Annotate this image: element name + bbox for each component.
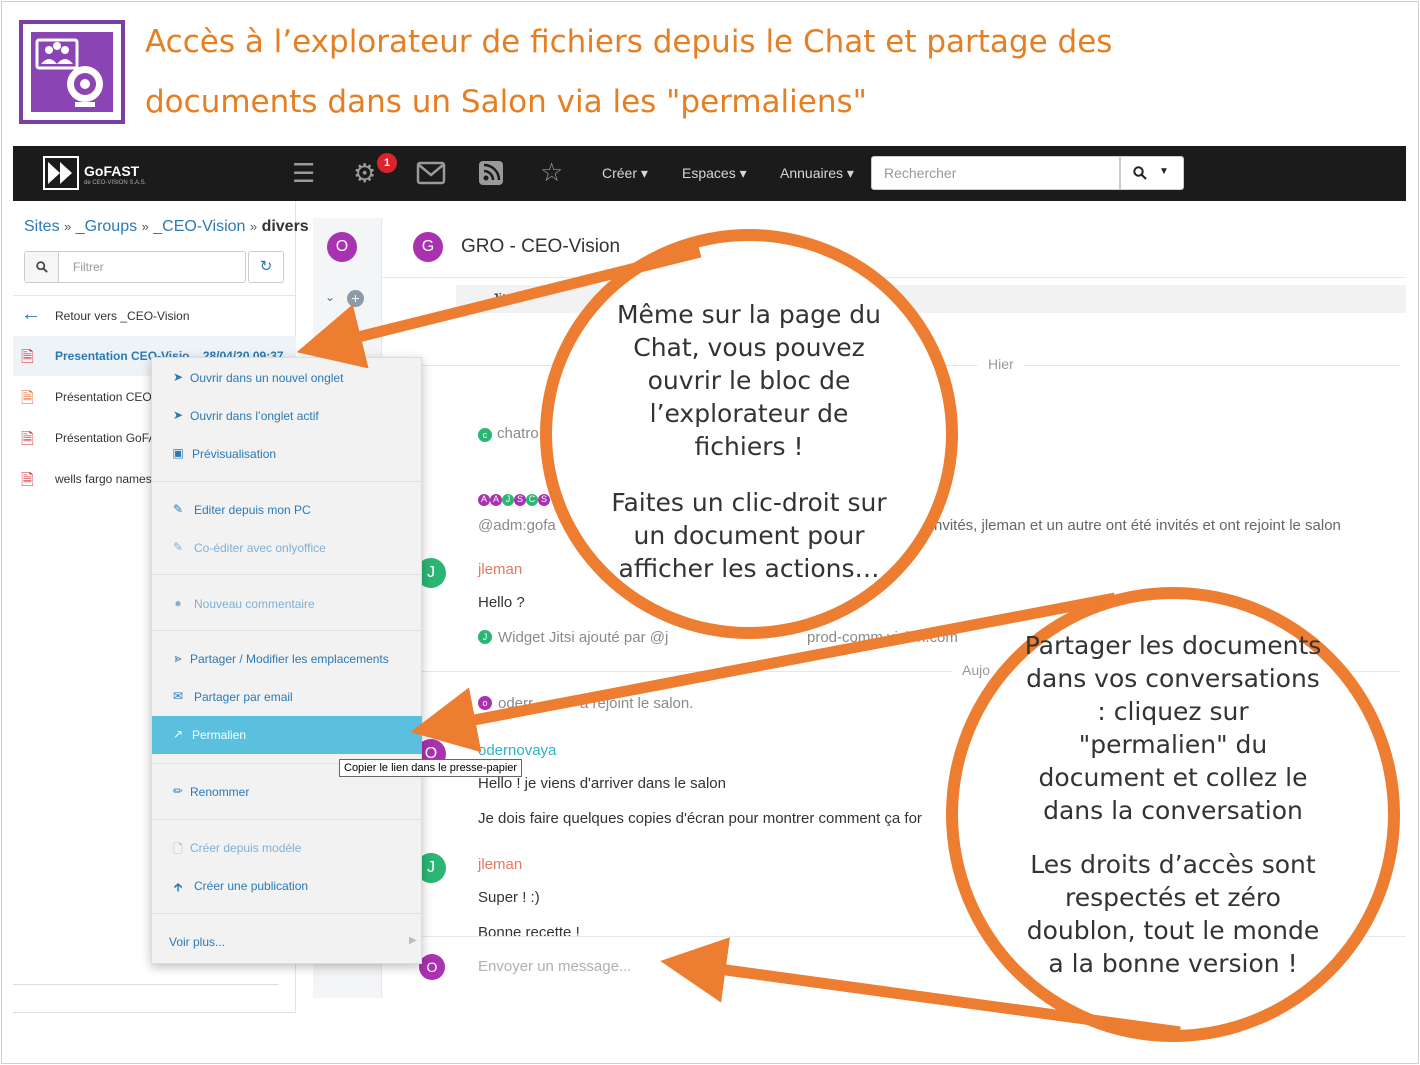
arrow-to-composer (660, 937, 1181, 1038)
callout-arrows (296, 246, 1181, 1038)
arrow-to-permalink (410, 592, 1117, 753)
arrow-to-file (296, 246, 702, 369)
